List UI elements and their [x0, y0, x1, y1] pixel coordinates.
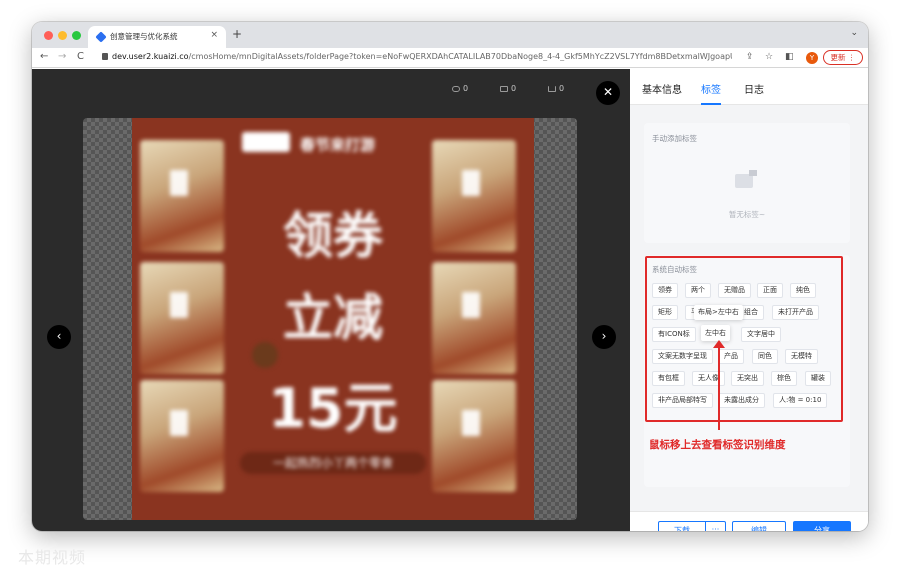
auto-tag[interactable]: 产品 — [718, 349, 744, 364]
auto-tag[interactable]: 两个 — [685, 283, 711, 298]
poster-headline-1: 领券 — [283, 207, 383, 265]
address-bar: ← → C dev.user2.kuaizi.co/cmosHome/mnDig… — [32, 48, 868, 68]
tab-basic-info[interactable]: 基本信息 — [642, 81, 682, 96]
reload-icon[interactable]: C — [77, 51, 84, 63]
new-tab-button[interactable]: + — [232, 28, 242, 40]
creative-image: 春节来打游 领券 立减 15元 一起热烈小丫两个零食 — [132, 118, 534, 520]
close-icon[interactable]: ✕ — [596, 81, 620, 105]
callout-line — [718, 346, 720, 430]
eye-icon — [452, 85, 460, 92]
empty-tags-text: 暂无标签~ — [728, 210, 766, 219]
tab-log[interactable]: 日志 — [744, 81, 764, 96]
next-arrow-icon[interactable]: › — [592, 325, 616, 349]
poster-headline-2: 立减 — [283, 289, 383, 347]
prev-arrow-icon[interactable]: ‹ — [47, 325, 71, 349]
favicon-icon — [95, 31, 107, 43]
empty-flag-shape — [749, 170, 757, 176]
tab-bar: 创意管理与优化系统 × + ⌄ — [32, 22, 868, 48]
auto-tag[interactable]: 无人像 — [692, 371, 725, 386]
minimize-window-button[interactable] — [58, 31, 67, 40]
update-button[interactable]: 更新 ⋮ — [823, 50, 863, 65]
auto-tag[interactable]: 罐装 — [805, 371, 831, 386]
auto-tag[interactable]: 矩形 — [652, 305, 678, 320]
view-count-value: 0 — [463, 84, 469, 93]
download-count-value: 0 — [559, 84, 565, 93]
poster-header: 春节来打游 — [242, 130, 392, 156]
auto-tag[interactable]: 同色 — [752, 349, 778, 364]
profile-avatar[interactable]: Y — [806, 52, 818, 64]
bookmark-star-icon[interactable]: ☆ — [765, 51, 773, 63]
watermark: 本期视频 — [18, 548, 87, 567]
update-label: 更新 — [830, 53, 846, 62]
image-viewer: 0 0 0 ✕ 春节来打游 领券 立减 15元 一起热烈小丫两个零食 ‹ › — [32, 69, 630, 531]
auto-tag[interactable]: 人:物 = 0:10 — [773, 393, 828, 408]
share-count-value: 0 — [511, 84, 517, 93]
share-count: 0 — [500, 84, 516, 93]
auto-tag[interactable]: 未打开产品 — [772, 305, 819, 320]
share-page-icon[interactable]: ⇪ — [746, 51, 754, 63]
share-button[interactable]: 分享 — [793, 521, 851, 531]
empty-box-shape — [735, 174, 753, 188]
auto-tag[interactable]: 正面 — [757, 283, 783, 298]
auto-tag[interactable]: 文案无数字呈现 — [652, 349, 713, 364]
download-count: 0 — [548, 84, 564, 93]
auto-tag[interactable]: 无突出 — [731, 371, 764, 386]
auto-tag[interactable]: 领券 — [652, 283, 678, 298]
auto-tag[interactable]: 无模特 — [785, 349, 818, 364]
auto-tag[interactable]: 有ICON标 — [652, 327, 696, 342]
tab-search-icon[interactable]: ⌄ — [850, 28, 858, 38]
edit-button[interactable]: 编辑 — [732, 521, 786, 531]
download-icon — [548, 85, 556, 92]
url-host: dev.user2.kuaizi.co — [112, 52, 189, 61]
panel-footer: 下载 ··· 编辑 分享 — [630, 511, 868, 531]
auto-tag[interactable]: 文字居中 — [741, 327, 781, 342]
back-arrow-icon[interactable]: ← — [40, 51, 48, 63]
view-count: 0 — [452, 84, 468, 93]
auto-tag[interactable]: 有包框 — [652, 371, 685, 386]
lock-icon[interactable] — [102, 53, 108, 60]
empty-mailbox-icon — [735, 170, 759, 192]
close-window-button[interactable] — [44, 31, 53, 40]
auto-tag[interactable]: 纯色 — [790, 283, 816, 298]
poster-header-text: 春节来打游 — [300, 136, 376, 154]
tag-dimension-tooltip: 布局>左中右 — [694, 305, 743, 320]
tab-title: 创意管理与优化系统 — [110, 32, 178, 41]
manual-tags-card: 手动添加标签 暂无标签~ — [644, 123, 850, 243]
forward-arrow-icon[interactable]: → — [58, 51, 66, 63]
tag-hover-tooltip: 左中右 — [701, 325, 730, 341]
share-icon — [500, 85, 508, 92]
more-options-button[interactable]: ··· — [706, 521, 726, 531]
url-path: /cmosHome/mnDigitalAssets/folderPage?tok… — [188, 52, 732, 61]
panel-tabs: 基本信息 标签 日志 — [630, 69, 868, 105]
annotation-callout: 鼠标移上去查看标签识别维度 — [649, 439, 786, 451]
tab-close-icon[interactable]: × — [210, 30, 218, 40]
active-tab-indicator — [701, 103, 721, 105]
poster-footer-text: 一起热烈小丫两个零食 — [240, 452, 426, 474]
tab-tags[interactable]: 标签 — [701, 81, 721, 96]
url-field[interactable]: dev.user2.kuaizi.co/cmosHome/mnDigitalAs… — [112, 52, 732, 61]
browser-tab[interactable]: 创意管理与优化系统 × — [88, 26, 226, 48]
manual-tags-title: 手动添加标签 — [652, 134, 697, 143]
brand-logo — [242, 132, 290, 152]
maximize-window-button[interactable] — [72, 31, 81, 40]
poster-headline-3: 15元 — [268, 377, 398, 440]
auto-tag[interactable]: 未露出成分 — [718, 393, 765, 408]
download-button[interactable]: 下载 — [658, 521, 706, 531]
auto-tag[interactable]: 非产品局部特写 — [652, 393, 713, 408]
auto-tags-title: 系统自动标签 — [652, 265, 697, 274]
auto-tag[interactable]: 无赠品 — [718, 283, 751, 298]
auto-tag[interactable]: 棕色 — [771, 371, 797, 386]
sidebar-toggle-icon[interactable]: ◧ — [785, 51, 794, 63]
creative-image-blurred: 春节来打游 领券 立减 15元 一起热烈小丫两个零食 — [132, 118, 534, 520]
